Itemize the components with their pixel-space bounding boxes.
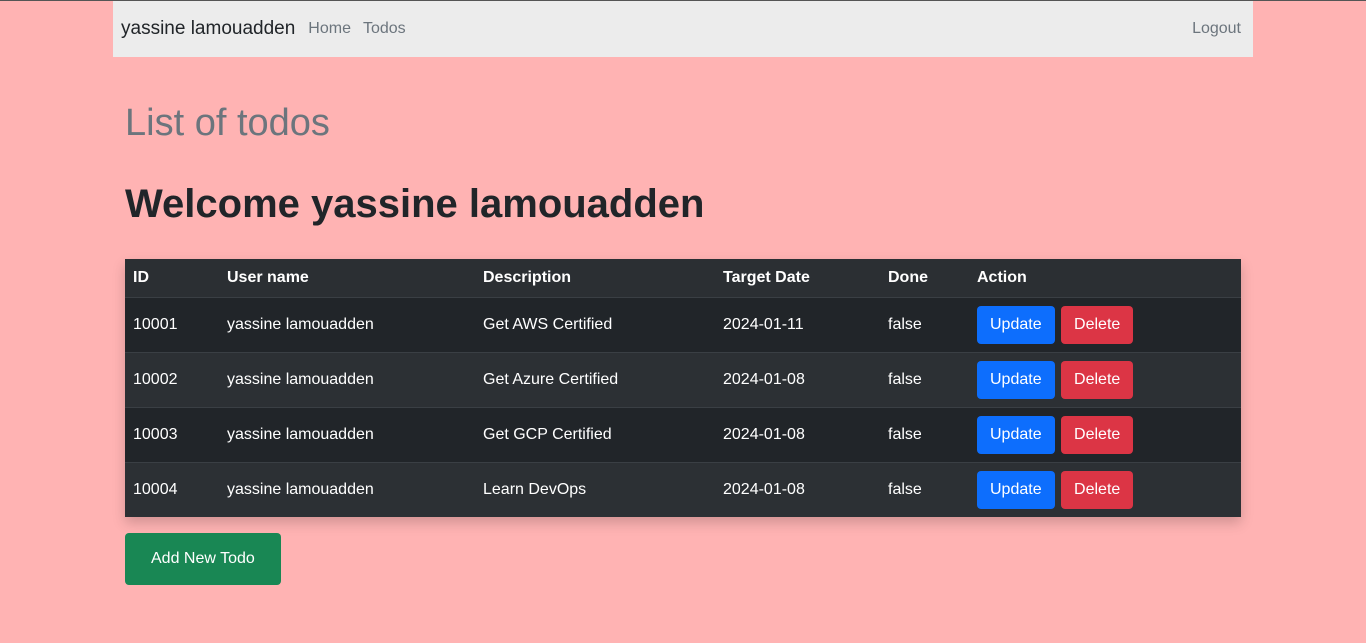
header-done: Done <box>880 259 969 298</box>
cell-action: Update Delete <box>969 462 1241 517</box>
cell-description: Get Azure Certified <box>483 370 619 388</box>
delete-button[interactable]: Delete <box>1061 305 1134 344</box>
update-button[interactable]: Update <box>977 305 1055 344</box>
table-row: 10004 yassine lamouadden Learn DevOps 20… <box>125 462 1241 517</box>
cell-done: false <box>888 480 922 498</box>
cell-action: Update Delete <box>969 297 1241 352</box>
cell-action: Update Delete <box>969 407 1241 462</box>
cell-id: 10003 <box>133 425 178 443</box>
cell-id: 10002 <box>133 370 178 388</box>
cell-description: Get GCP Certified <box>483 425 612 443</box>
navbar: yassine lamouadden Home Todos Logout <box>113 1 1253 57</box>
cell-target-date: 2024-01-08 <box>723 370 805 388</box>
welcome-heading: Welcome yassine lamouadden <box>125 182 705 226</box>
cell-description: Learn DevOps <box>483 480 587 498</box>
update-button[interactable]: Update <box>977 415 1055 454</box>
page-title: List of todos <box>125 102 330 144</box>
todos-table: ID User name Description Target Date Don… <box>125 259 1241 517</box>
cell-action: Update Delete <box>969 352 1241 407</box>
cell-id: 10004 <box>133 480 178 498</box>
cell-done: false <box>888 425 922 443</box>
main-container: List of todos Welcome yassine lamouadden… <box>125 57 1241 585</box>
cell-description: Get AWS Certified <box>483 315 613 333</box>
cell-id: 10001 <box>133 315 178 333</box>
nav-todos-link[interactable]: Todos <box>363 20 406 38</box>
cell-target-date: 2024-01-11 <box>723 315 804 333</box>
cell-user-name: yassine lamouadden <box>227 315 374 333</box>
cell-target-date: 2024-01-08 <box>723 480 805 498</box>
cell-done: false <box>888 315 922 333</box>
update-button[interactable]: Update <box>977 470 1055 509</box>
header-target-date: Target Date <box>715 259 880 298</box>
header-user-name: User name <box>219 259 475 298</box>
header-action: Action <box>969 259 1241 298</box>
nav-home-link[interactable]: Home <box>308 20 351 38</box>
delete-button[interactable]: Delete <box>1061 415 1134 454</box>
add-new-todo-button[interactable]: Add New Todo <box>125 533 281 585</box>
brand-link[interactable]: yassine lamouadden <box>121 18 295 40</box>
cell-user-name: yassine lamouadden <box>227 480 374 498</box>
table-row: 10001 yassine lamouadden Get AWS Certifi… <box>125 297 1241 352</box>
header-id: ID <box>125 259 219 298</box>
cell-done: false <box>888 370 922 388</box>
delete-button[interactable]: Delete <box>1061 470 1134 509</box>
cell-user-name: yassine lamouadden <box>227 425 374 443</box>
table-header: ID User name Description Target Date Don… <box>125 259 1241 298</box>
delete-button[interactable]: Delete <box>1061 360 1134 399</box>
table-row: 10002 yassine lamouadden Get Azure Certi… <box>125 352 1241 407</box>
cell-target-date: 2024-01-08 <box>723 425 805 443</box>
header-description: Description <box>475 259 715 298</box>
logout-link[interactable]: Logout <box>1192 20 1241 38</box>
table-body: 10001 yassine lamouadden Get AWS Certifi… <box>125 297 1241 517</box>
table-row: 10003 yassine lamouadden Get GCP Certifi… <box>125 407 1241 462</box>
update-button[interactable]: Update <box>977 360 1055 399</box>
cell-user-name: yassine lamouadden <box>227 370 374 388</box>
